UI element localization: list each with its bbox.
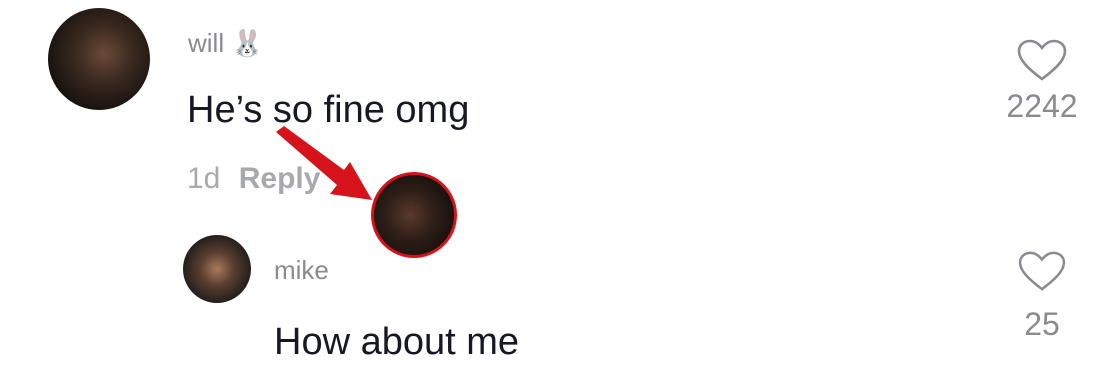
highlighted-avatar[interactable] (371, 172, 457, 258)
reply-text: How about me (274, 321, 520, 363)
heart-outline-icon[interactable] (1016, 38, 1068, 82)
reply-username[interactable]: mike (274, 257, 329, 283)
comment-age: 1d (187, 162, 221, 195)
comment-username[interactable]: will 🐰 (188, 30, 264, 56)
avatar-mike[interactable] (183, 235, 251, 303)
avatar-will[interactable] (48, 8, 150, 110)
red-arrow-icon (276, 126, 372, 200)
heart-outline-icon[interactable] (1017, 250, 1067, 292)
like-count: 2242 (1006, 88, 1078, 124)
bunny-emoji: 🐰 (231, 28, 264, 58)
reply-like-count: 25 (1024, 306, 1060, 342)
